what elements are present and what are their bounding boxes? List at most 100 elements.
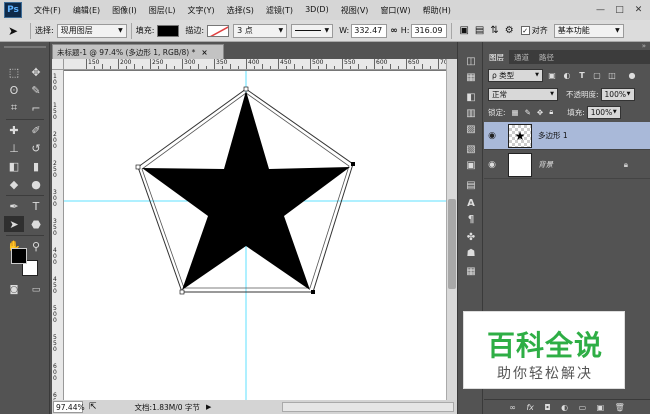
horizontal-scrollbar[interactable] <box>282 402 454 412</box>
gradient-tool-icon[interactable]: ▮ <box>26 158 46 174</box>
path-arrange-icon[interactable]: ⇅ <box>490 25 498 36</box>
menu-item[interactable]: 窗口(W) <box>374 5 416 16</box>
adjustment-filter-icon[interactable]: ◐ <box>561 69 573 81</box>
document-canvas[interactable] <box>64 71 446 400</box>
select-target-dropdown[interactable]: 现用图层 ▼ <box>56 23 127 38</box>
lasso-tool-icon[interactable]: ʘ <box>4 82 24 98</box>
panel-tab[interactable]: 图层 <box>484 50 509 64</box>
opacity-input[interactable]: 100% ▼ <box>600 87 635 101</box>
menu-item[interactable]: 文字(Y) <box>181 5 220 16</box>
paragraph-panel-icon[interactable]: ¶ <box>463 212 479 226</box>
path-operations-icon[interactable]: ▣ <box>459 25 468 36</box>
smart-object-filter-icon[interactable]: ◫ <box>606 69 618 81</box>
shape-tool-icon[interactable]: ⬣ <box>26 216 46 232</box>
blend-mode-dropdown[interactable]: 正常 ▼ <box>488 87 558 101</box>
fx-icon[interactable]: fx <box>526 403 534 412</box>
export-icon[interactable]: ⇱ <box>89 402 97 412</box>
fill-input[interactable]: 100% ▼ <box>586 105 621 119</box>
grid-panel-icon[interactable]: ▦ <box>463 264 479 278</box>
brush-tool-icon[interactable]: ✐ <box>26 122 46 138</box>
lock-transparency-icon[interactable]: ▦ <box>512 108 519 117</box>
link-layers-icon[interactable]: ∞ <box>509 403 516 412</box>
character-panel-icon[interactable]: A <box>463 196 479 210</box>
minimize-button[interactable]: — <box>593 3 608 16</box>
foreground-color-swatch[interactable] <box>11 248 27 264</box>
document-tab[interactable]: 未标题-1 @ 97.4% (多边形 1, RGB/8) * × <box>52 44 224 59</box>
navigator-panel-icon[interactable]: ▧ <box>463 142 479 156</box>
layer-row[interactable]: ◉ ★ 多边形 1 <box>484 122 650 150</box>
vertical-scroll-thumb[interactable] <box>448 199 456 289</box>
close-window-button[interactable]: ✕ <box>631 3 646 16</box>
stroke-size-dropdown[interactable]: 3 点 ▼ <box>233 23 288 38</box>
vertical-scrollbar[interactable] <box>446 59 457 400</box>
width-input[interactable]: 332.47 <box>351 23 388 38</box>
add-mask-icon[interactable]: ◘ <box>544 403 550 412</box>
menu-item[interactable]: 3D(D) <box>299 5 335 16</box>
adjustments-panel-icon[interactable]: ◧ <box>463 90 479 104</box>
layer-comps-icon[interactable]: ▤ <box>463 178 479 192</box>
eraser-tool-icon[interactable]: ◧ <box>4 158 24 174</box>
menu-item[interactable]: 视图(V) <box>335 5 375 16</box>
clone-source-icon[interactable]: ☗ <box>463 246 479 260</box>
pen-tool-icon[interactable]: ✒ <box>4 198 24 214</box>
healing-brush-tool-icon[interactable]: ✚ <box>4 122 24 138</box>
lock-all-icon[interactable]: 🔒︎ <box>549 107 553 117</box>
menu-item[interactable]: 滤镜(T) <box>260 5 299 16</box>
restore-button[interactable]: □ <box>612 3 627 16</box>
visibility-eye-icon[interactable]: ◉ <box>484 160 500 170</box>
workspace-dropdown[interactable]: 基本功能 ▼ <box>553 23 624 38</box>
zoom-level-input[interactable]: 97.44% <box>53 401 85 413</box>
quick-select-tool-icon[interactable]: ✎ <box>26 82 46 98</box>
dodge-tool-icon[interactable]: ● <box>26 176 46 192</box>
panel-grip[interactable] <box>4 46 46 48</box>
zoom-tool-icon[interactable]: ⚲ <box>26 238 46 254</box>
shape-filter-icon[interactable]: ▢ <box>591 69 603 81</box>
layer-row[interactable]: ◉ 背景 🔒︎ <box>484 151 650 179</box>
brush-panel-icon[interactable]: ✤ <box>463 230 479 244</box>
panel-tab[interactable]: 通道 <box>509 50 534 64</box>
align-edges-checkbox[interactable]: ✓ 对齐 <box>520 25 548 36</box>
info-panel-icon[interactable]: ▣ <box>463 158 479 172</box>
move-tool-icon[interactable]: ✥ <box>26 64 46 80</box>
menu-item[interactable]: 编辑(E) <box>67 5 106 16</box>
lock-pixels-icon[interactable]: ✎ <box>525 108 531 117</box>
properties-panel-icon[interactable]: ▦ <box>463 70 479 84</box>
eyedropper-tool-icon[interactable]: ⌐ <box>26 100 46 116</box>
lock-position-icon[interactable]: ✥ <box>537 108 543 117</box>
filter-toggle-icon[interactable]: ● <box>626 69 638 81</box>
new-layer-icon[interactable]: ▣ <box>597 403 605 412</box>
stroke-color-swatch[interactable] <box>207 24 230 37</box>
visibility-eye-icon[interactable]: ◉ <box>484 131 500 141</box>
menu-item[interactable]: 文件(F) <box>28 5 67 16</box>
panel-tab[interactable]: 路径 <box>534 50 559 64</box>
fill-color-swatch[interactable] <box>157 24 180 37</box>
adjustment-layer-icon[interactable]: ◐ <box>561 403 568 412</box>
blur-tool-icon[interactable]: ◆ <box>4 176 24 192</box>
height-input[interactable]: 316.09 <box>411 23 448 38</box>
history-brush-tool-icon[interactable]: ↺ <box>26 140 46 156</box>
path-selection-tool-icon[interactable]: ➤ <box>4 216 24 232</box>
vertical-ruler[interactable]: 1 0 0 1 5 0 2 0 0 2 5 0 3 0 0 3 5 0 4 0 0 4 5 0… <box>52 70 64 400</box>
menu-item[interactable]: 选择(S) <box>221 5 260 16</box>
type-tool-icon[interactable]: T <box>26 198 46 214</box>
trash-icon[interactable]: 🗑︎ <box>615 403 625 412</box>
filter-type-dropdown[interactable]: ρ 类型 ▼ <box>488 68 543 82</box>
path-alignment-icon[interactable]: ▤ <box>475 25 484 36</box>
menu-item[interactable]: 帮助(H) <box>417 5 457 16</box>
settings-gear-icon[interactable]: ⚙ <box>505 25 514 36</box>
clone-stamp-tool-icon[interactable]: ⊥ <box>4 140 24 156</box>
link-icon[interactable]: ∞ <box>390 26 398 36</box>
swatches-panel-icon[interactable]: ▥ <box>463 106 479 120</box>
stroke-type-dropdown[interactable]: ▼ <box>291 23 334 38</box>
menu-item[interactable]: 图像(I) <box>106 5 143 16</box>
crop-tool-icon[interactable]: ⌗ <box>4 100 24 116</box>
close-document-icon[interactable]: × <box>201 48 207 57</box>
screen-mode-icon[interactable]: ▭ <box>26 282 46 298</box>
collapse-panel-icon[interactable]: » <box>642 42 646 50</box>
new-group-icon[interactable]: ▭ <box>579 403 587 412</box>
menu-item[interactable]: 图层(L) <box>143 5 182 16</box>
move-tool-preset-icon[interactable]: ➤ <box>0 22 26 40</box>
ruler-origin[interactable] <box>52 59 64 70</box>
styles-panel-icon[interactable]: ▨ <box>463 122 479 136</box>
pixel-filter-icon[interactable]: ▣ <box>546 69 558 81</box>
